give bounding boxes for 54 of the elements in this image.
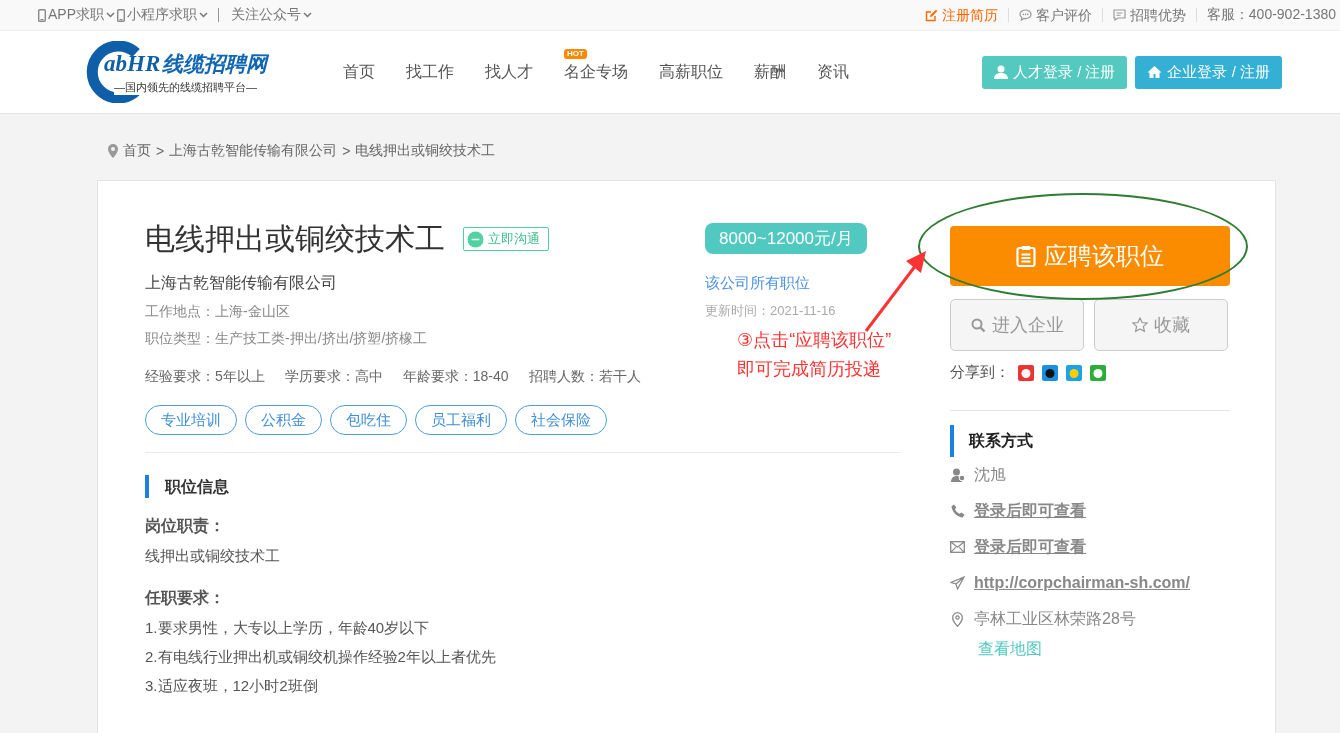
top-link[interactable]: 小程序求职 <box>127 6 197 24</box>
salary-badge: 8000~12000元/月 <box>705 223 867 254</box>
contact-title: 联系方式 <box>950 425 1230 457</box>
updated-time: 更新时间：2021-11-16 <box>705 302 837 320</box>
hotline-text: 客服：400-902-1380 <box>1205 6 1336 24</box>
logo-brand: abHR <box>104 50 161 77</box>
requirement-line: 2.有电线行业押出机或铜绞机操作经验2年以上者优先 <box>145 648 497 667</box>
contact-text: 沈旭 <box>974 464 1006 485</box>
location-text: 工作地点：上海-金山区 <box>145 303 291 321</box>
requirement-text: 招聘人数：若干人 <box>528 368 641 386</box>
requirement-line: 3.适应夜班，12小时2班倒 <box>145 677 319 696</box>
nav-link[interactable]: 薪酬 <box>754 62 786 80</box>
share-label: 分享到： <box>950 363 1010 382</box>
nav-link[interactable]: 首页 <box>343 62 375 80</box>
section-title: 职位信息 <box>145 475 900 498</box>
contact-link[interactable]: 登录后即可查看 <box>974 500 1086 522</box>
annotation-text: 即可完成简历投递 <box>737 358 882 381</box>
requirement-text: 经验要求：5年以上 <box>145 368 265 386</box>
duty-text: 线押出或铜绞技术工 <box>145 547 281 566</box>
top-link[interactable]: APP求职 <box>48 6 104 24</box>
contact-text: 亭林工业区林荣路28号 <box>974 608 1136 629</box>
top-link[interactable]: 注册简历 <box>941 8 998 22</box>
requirements-heading: 任职要求： <box>145 588 226 608</box>
requirement-text: 学历要求：高中 <box>284 368 383 386</box>
top-link[interactable]: 客户评价 <box>1035 8 1092 22</box>
contact-link[interactable]: 登录后即可查看 <box>974 536 1086 558</box>
breadcrumb-separator: > <box>156 143 165 159</box>
nav-link[interactable]: 资讯 <box>817 62 849 80</box>
job-title: 电线押出或铜绞技术工 <box>145 221 445 257</box>
all-jobs-link[interactable]: 该公司所有职位 <box>705 274 867 293</box>
nav-link[interactable]: 找人才 <box>485 62 533 80</box>
breadcrumb-link[interactable]: 上海古乾智能传输有限公司 <box>169 142 338 160</box>
top-link[interactable]: 关注公众号 <box>231 6 301 24</box>
breadcrumb-current: 电线押出或铜绞技术工 <box>355 142 496 160</box>
requirement-line: 1.要求男性，大专以上学历，年龄40岁以下 <box>145 619 431 638</box>
nav-link[interactable]: 找工作 <box>406 62 454 80</box>
breadcrumb-separator: > <box>342 143 351 159</box>
company-name: 上海古乾智能传输有限公司 <box>145 273 338 293</box>
nav-link[interactable]: 名企专场 <box>564 62 628 80</box>
hot-badge: HOT <box>564 48 587 59</box>
login-button[interactable]: 企业登录 / 注册 <box>1135 55 1282 89</box>
contact-link[interactable]: http://corpchairman-sh.com/ <box>974 574 1191 592</box>
chat-button[interactable]: 立即沟通 <box>463 227 549 251</box>
nav-link[interactable]: 高薪职位 <box>659 62 723 80</box>
requirement-text: 年龄要求：18-40 <box>402 368 509 386</box>
favorite-button[interactable]: 收藏 <box>1094 299 1228 351</box>
duties-heading: 岗位职责： <box>145 516 226 537</box>
apply-button[interactable]: 应聘该职位 <box>950 226 1230 286</box>
top-link[interactable]: 招聘优势 <box>1129 8 1186 22</box>
logo-name: 线缆招聘网 <box>162 50 268 77</box>
category-text: 职位类型：生产技工类-押出/挤出/挤塑/挤橡工 <box>145 330 429 348</box>
company-button[interactable]: 进入企业 <box>950 299 1084 351</box>
annotation-text: ③点击“应聘该职位” <box>737 329 892 352</box>
breadcrumb-link[interactable]: 首页 <box>123 142 151 160</box>
